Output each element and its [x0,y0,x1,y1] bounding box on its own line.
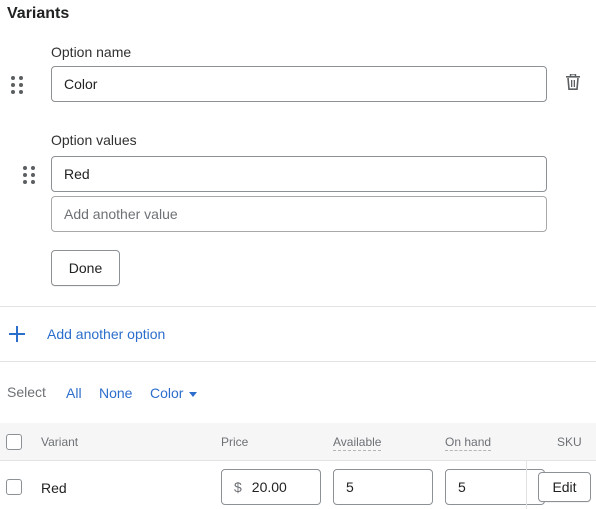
plus-icon[interactable] [9,326,25,342]
available-value: 5 [346,479,354,495]
add-value-input[interactable]: Add another value [51,196,547,232]
option-values-label: Option values [51,132,137,148]
available-input[interactable]: 5 [333,469,433,505]
option-value-input[interactable]: Red [51,156,547,192]
select-none-link[interactable]: None [99,385,132,401]
select-color-dropdown[interactable]: Color [150,385,198,401]
add-option-link[interactable]: Add another option [47,326,165,342]
option-name-input[interactable]: Color [51,66,547,102]
on-hand-input[interactable]: 5 [445,469,545,505]
drag-handle-icon[interactable] [23,166,35,184]
divider [0,306,596,307]
row-checkbox[interactable] [6,479,22,495]
column-divider [526,461,527,509]
select-all-checkbox[interactable] [6,434,22,450]
select-color-label: Color [150,385,184,401]
header-price: Price [221,435,249,449]
price-input[interactable]: $ 20.00 [221,469,321,505]
divider [0,361,596,362]
select-all-link[interactable]: All [66,385,82,401]
price-value: 20.00 [251,479,287,495]
header-on-hand: On hand [445,435,492,451]
select-label: Select [7,384,46,400]
header-variant: Variant [41,435,79,449]
section-title: Variants [7,5,70,22]
header-sku: SKU [557,435,582,449]
option-name-label: Option name [51,44,132,60]
currency-symbol: $ [234,479,242,495]
option-name-value: Color [64,76,98,92]
add-value-placeholder: Add another value [64,206,178,222]
option-value-text: Red [64,166,90,182]
done-button[interactable]: Done [51,250,120,286]
variant-name: Red [41,480,67,496]
caret-down-icon [189,391,198,397]
trash-icon[interactable] [566,74,580,90]
header-available: Available [333,435,382,451]
edit-sku-button[interactable]: Edit [538,472,591,502]
on-hand-value: 5 [458,479,466,495]
table-header: Variant Price Available On hand SKU [0,423,596,461]
drag-handle-icon[interactable] [11,76,23,94]
